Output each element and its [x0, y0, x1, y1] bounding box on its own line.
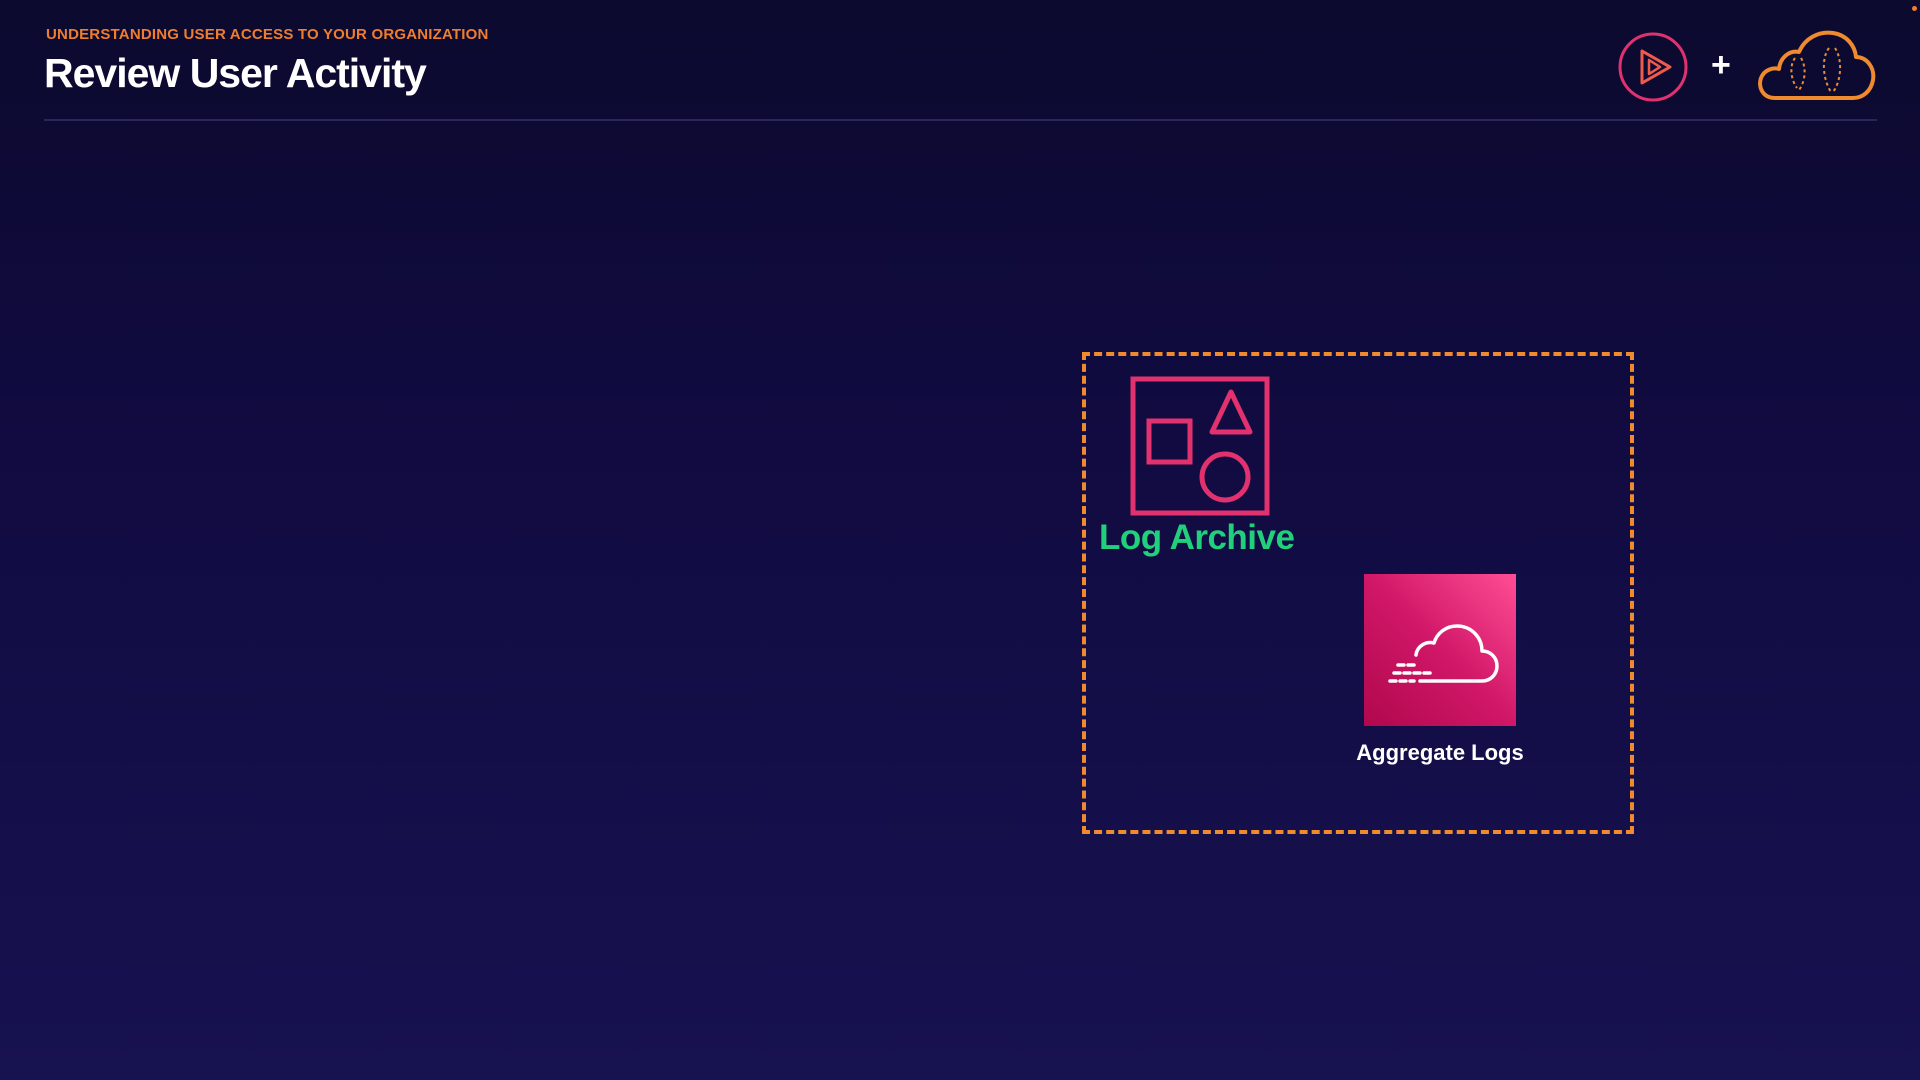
section-eyebrow: UNDERSTANDING USER ACCESS TO YOUR ORGANI… — [46, 26, 489, 43]
brand-logos: + — [1618, 28, 1878, 104]
slide-header: UNDERSTANDING USER ACCESS TO YOUR ORGANI… — [44, 24, 1877, 120]
service-label: Aggregate Logs — [1356, 740, 1524, 765]
play-logo-icon — [1618, 32, 1688, 102]
page-title: Review User Activity — [44, 50, 427, 96]
organization-icon — [1130, 376, 1270, 516]
account-label: Log Archive — [1099, 518, 1295, 557]
header-divider — [44, 119, 1877, 121]
plus-sign: + — [1711, 46, 1731, 84]
corner-indicator-dot — [1912, 6, 1917, 11]
aggregate-logs-service-tile — [1364, 574, 1516, 726]
cloud-logo-icon — [1758, 30, 1876, 100]
cloud-logs-icon — [1388, 624, 1499, 683]
